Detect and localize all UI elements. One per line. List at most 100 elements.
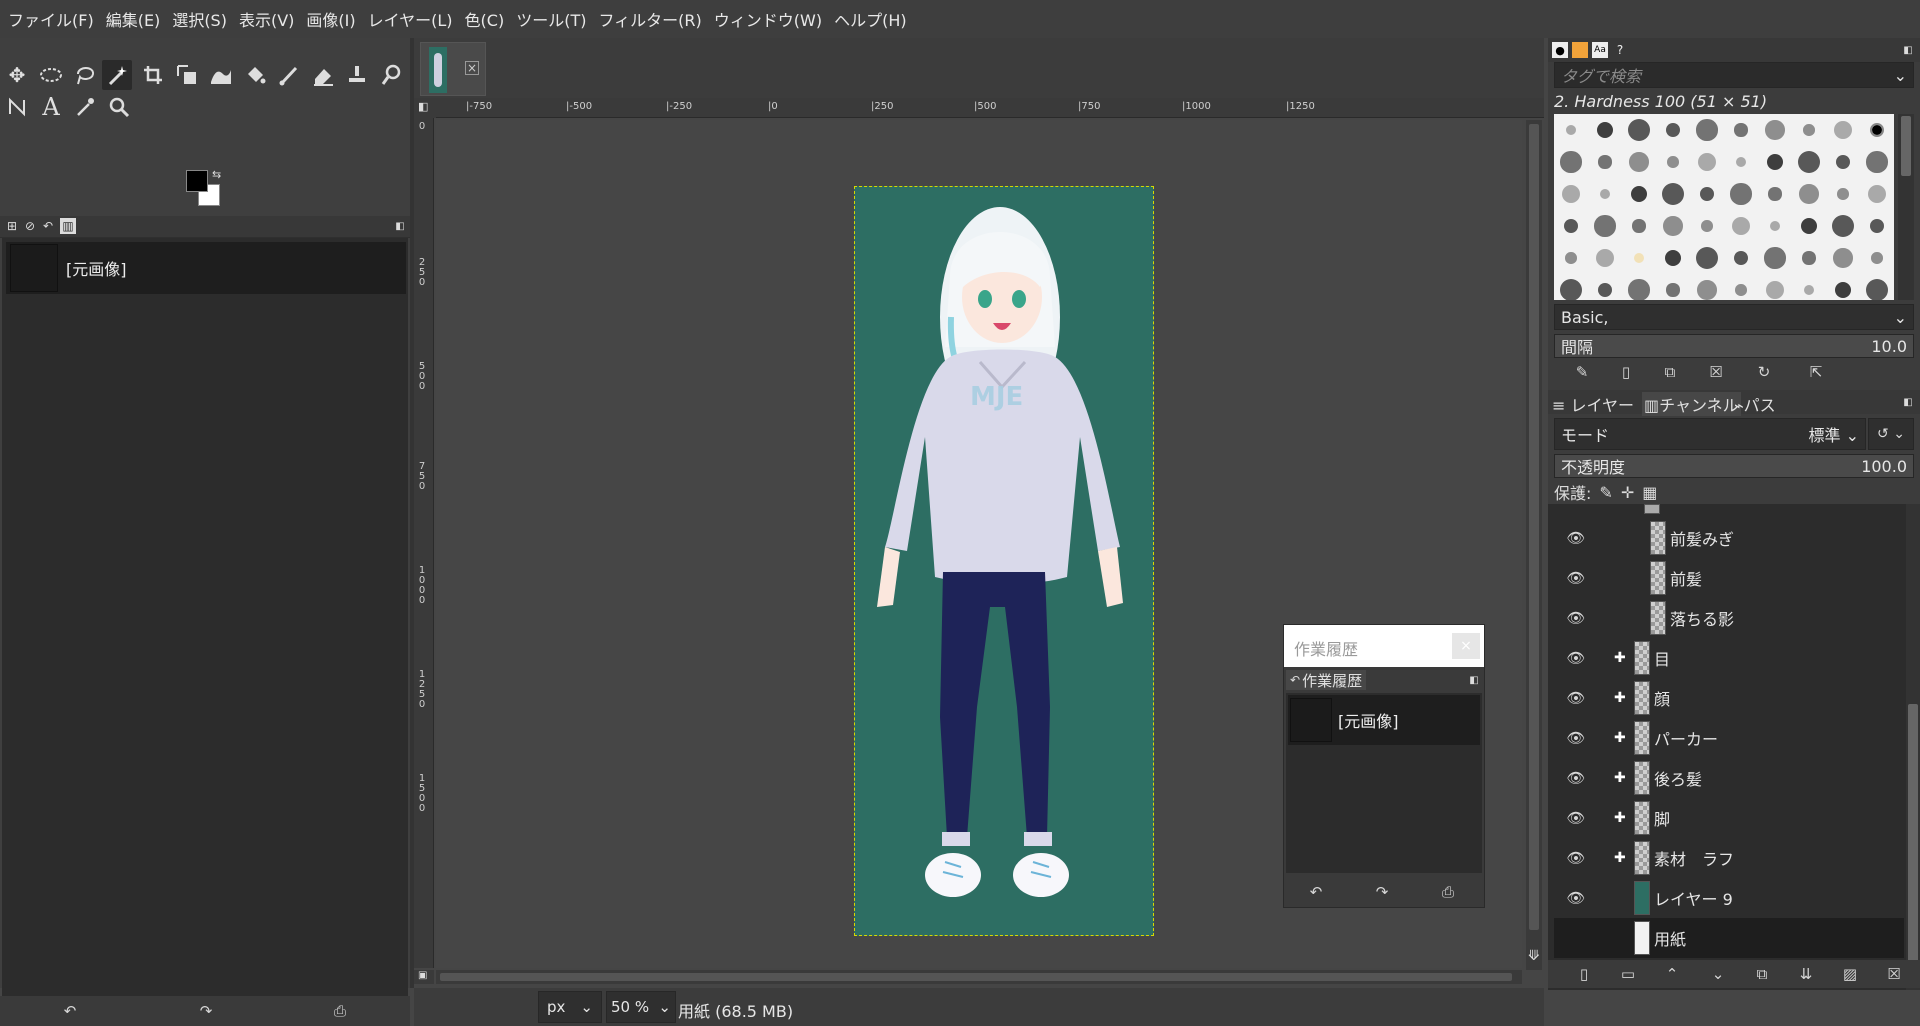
panel-menu-icon[interactable]: ◧ xyxy=(1468,674,1480,686)
brush-preset-item[interactable] xyxy=(1697,280,1717,300)
brush-preset-item[interactable] xyxy=(1664,249,1682,267)
lock-pixels-icon[interactable]: ✎ xyxy=(1599,483,1612,502)
brush-preset-item[interactable] xyxy=(1866,151,1888,173)
brush-preset-item[interactable] xyxy=(1797,150,1821,174)
visibility-eye-icon[interactable]: 👁 xyxy=(1564,529,1588,547)
paintbrush-icon[interactable] xyxy=(274,60,304,90)
brush-preset-item[interactable] xyxy=(1598,155,1612,169)
delete-brush-icon[interactable]: ☒ xyxy=(1704,360,1728,384)
mask-layer-icon[interactable]: ▨ xyxy=(1838,962,1862,986)
fg-color-swatch[interactable] xyxy=(186,170,208,192)
visibility-eye-icon[interactable]: 👁 xyxy=(1564,649,1588,667)
menu-filters[interactable]: フィルター(R) xyxy=(592,7,707,31)
brush-preset-item[interactable] xyxy=(1834,281,1852,299)
redo-icon[interactable]: ↷ xyxy=(194,999,218,1023)
brush-tag-search[interactable]: タグで検索 ⌄ xyxy=(1554,62,1914,88)
brush-scrollbar[interactable] xyxy=(1898,114,1914,300)
horizontal-scroll-thumb[interactable] xyxy=(440,973,1512,981)
spacing-slider[interactable]: 間隔 10.0 xyxy=(1554,334,1914,358)
expand-group-icon[interactable]: ✚ xyxy=(1614,690,1626,706)
image-list-item[interactable]: [元画像] xyxy=(6,242,406,294)
brush-preset-item[interactable] xyxy=(1765,120,1785,140)
panel-menu-icon[interactable]: ◧ xyxy=(394,220,406,232)
brush-preset-item[interactable] xyxy=(1634,253,1644,263)
help-tab-icon[interactable]: ? xyxy=(1612,42,1628,58)
brush-preset-item[interactable] xyxy=(1869,218,1885,234)
menu-edit[interactable]: 編集(E) xyxy=(100,7,167,31)
brush-preset-item[interactable] xyxy=(1699,186,1715,202)
device-status-tab-icon[interactable]: ⊘ xyxy=(22,218,38,234)
layer-row[interactable]: 👁 レイヤー 9 xyxy=(1554,878,1904,918)
visibility-eye-icon[interactable]: 👁 xyxy=(1564,889,1588,907)
delete-layer-icon[interactable]: ☒ xyxy=(1882,962,1906,986)
new-layer-icon[interactable]: ▯ xyxy=(1572,962,1596,986)
move-tool-icon[interactable]: ✥ xyxy=(2,60,32,90)
expand-group-icon[interactable]: ✚ xyxy=(1614,850,1626,866)
layer-mode-select[interactable]: モード 標準 ⌄ xyxy=(1554,418,1866,450)
layer-row[interactable]: 👁 ✚ パーカー xyxy=(1554,718,1904,758)
fuzzy-select-icon[interactable] xyxy=(102,60,132,90)
menu-select[interactable]: 選択(S) xyxy=(166,7,233,31)
brush-preset-item[interactable] xyxy=(1804,285,1814,295)
vertical-scroll-thumb[interactable] xyxy=(1529,124,1539,930)
brush-preset-item[interactable] xyxy=(1733,250,1749,266)
layers-scrollbar[interactable] xyxy=(1906,504,1920,990)
layer-row[interactable]: 👁 落ちる影 xyxy=(1554,598,1904,638)
brush-preset-item[interactable] xyxy=(1803,124,1815,136)
brush-preset-item[interactable] xyxy=(1870,123,1884,137)
refresh-brushes-icon[interactable]: ↻ xyxy=(1752,360,1776,384)
menu-colors[interactable]: 色(C) xyxy=(459,7,511,31)
tab-paths[interactable]: ⌁パス xyxy=(1734,392,1776,416)
open-brush-icon[interactable]: ⇱ xyxy=(1804,360,1828,384)
paths-icon[interactable] xyxy=(2,92,32,122)
brush-preset-item[interactable] xyxy=(1596,121,1614,139)
visibility-eye-icon[interactable]: 👁 xyxy=(1564,729,1588,747)
brush-preset-item[interactable] xyxy=(1596,249,1614,267)
brush-preset-item[interactable] xyxy=(1696,119,1718,141)
layer-row[interactable]: 用紙 xyxy=(1554,918,1904,958)
brush-preset-item[interactable] xyxy=(1600,189,1610,199)
ellipse-select-icon[interactable] xyxy=(36,60,66,90)
anchor-layer-icon[interactable]: ⇊ xyxy=(1794,962,1818,986)
crop-icon[interactable] xyxy=(138,60,168,90)
unit-select[interactable]: px ⌄ xyxy=(538,991,602,1023)
brush-preset-item[interactable] xyxy=(1701,220,1713,232)
edit-brush-icon[interactable]: ✎ xyxy=(1570,360,1594,384)
brush-preset-item[interactable] xyxy=(1667,156,1679,168)
brush-preset-item[interactable] xyxy=(1562,185,1580,203)
window-titlebar[interactable]: 作業履歴 × xyxy=(1284,625,1484,667)
visibility-eye-icon[interactable]: 👁 xyxy=(1564,809,1588,827)
zoom-follow-icon[interactable]: ⟱ xyxy=(1528,948,1540,964)
brush-preset-item[interactable] xyxy=(1802,251,1816,265)
duplicate-layer-icon[interactable]: ⧉ xyxy=(1750,962,1774,986)
layer-mode-reset[interactable]: ↺ ⌄ xyxy=(1868,418,1914,450)
brush-preset-item[interactable] xyxy=(1632,219,1646,233)
horizontal-ruler[interactable]: |-750 |-500 |-250 |0 |250 |500 |750 |1000 |1250 xyxy=(436,98,1544,118)
brush-preset-item[interactable] xyxy=(1665,122,1681,138)
bucket-fill-icon[interactable] xyxy=(240,60,270,90)
quick-mask-corner[interactable]: ◧ xyxy=(414,98,436,118)
menu-file[interactable]: ファイル(F) xyxy=(2,7,100,31)
brush-preset-item[interactable] xyxy=(1799,184,1819,204)
layer-row[interactable]: 👁 ✚ 顔 xyxy=(1554,678,1904,718)
brush-preset-item[interactable] xyxy=(1770,221,1780,231)
layer-row[interactable]: 👁 ✚ 素材 ラフ xyxy=(1554,838,1904,878)
brush-preset-item[interactable] xyxy=(1732,217,1750,235)
menu-help[interactable]: ヘルプ(H) xyxy=(828,7,913,31)
zoom-select[interactable]: 50 % ⌄ xyxy=(606,991,676,1023)
eraser-icon[interactable] xyxy=(308,60,338,90)
brush-preset-item[interactable] xyxy=(1627,118,1651,142)
image-canvas[interactable]: MJE xyxy=(854,186,1154,936)
brush-preset-item[interactable] xyxy=(1565,252,1577,264)
brush-preset-item[interactable] xyxy=(1736,157,1746,167)
brush-preset-item[interactable] xyxy=(1698,153,1716,171)
undo-icon[interactable]: ↶ xyxy=(1304,880,1328,904)
visibility-eye-icon[interactable]: 👁 xyxy=(1564,689,1588,707)
brush-preset-item[interactable] xyxy=(1630,185,1648,203)
color-picker-icon[interactable] xyxy=(70,92,100,122)
brush-preset-item[interactable] xyxy=(1868,185,1886,203)
zoom-tool-icon[interactable] xyxy=(104,92,134,122)
clear-history-icon[interactable]: ⎙ xyxy=(328,999,352,1023)
redo-icon[interactable]: ↷ xyxy=(1370,880,1394,904)
patterns-tab-icon[interactable] xyxy=(1572,42,1588,58)
